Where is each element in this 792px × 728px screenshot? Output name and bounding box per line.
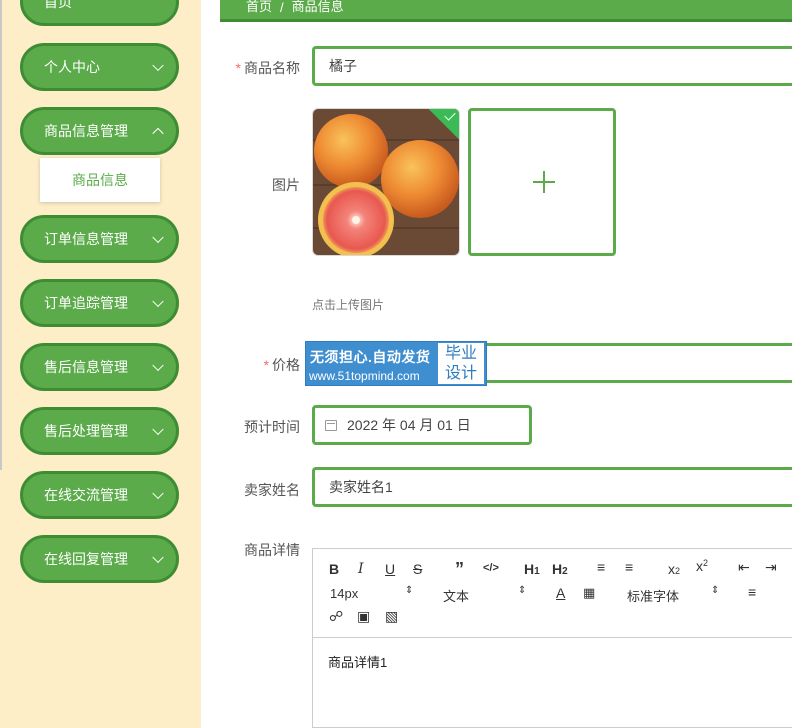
image-upload-button[interactable] <box>468 108 616 256</box>
date-value: 2022 年 04 月 01 日 <box>347 417 471 433</box>
heading2-icon[interactable]: H2 <box>552 561 568 577</box>
sidebar-item-label: 商品信息管理 <box>44 123 128 139</box>
product-name-label-text: 商品名称 <box>244 60 300 76</box>
font-color-icon[interactable]: A <box>556 585 565 601</box>
chevron-down-icon <box>152 487 164 500</box>
chevron-down-icon <box>152 295 164 308</box>
breadcrumb-separator: / <box>280 0 284 15</box>
editor-toolbar: B I U S ” </> H1 H2 ≡ ≡ x2 x2 ⇤ ⇥ 14px ⇕… <box>313 549 792 638</box>
sidebar-item-label: 订单信息管理 <box>44 231 128 247</box>
sidebar-item-product-management[interactable]: 商品信息管理 <box>20 107 179 155</box>
upload-tip: 点击上传图片 <box>312 298 385 312</box>
editor-content[interactable]: 商品详情1 <box>328 652 387 671</box>
breadcrumb: 首页 / 商品信息 <box>220 0 792 22</box>
italic-icon[interactable]: I <box>358 561 364 577</box>
outdent-icon[interactable]: ⇤ <box>738 559 750 576</box>
sidebar-item-label: 首页 <box>44 0 72 10</box>
sidebar-item-label: 在线回复管理 <box>44 551 128 567</box>
chevron-down-icon <box>152 231 164 244</box>
sidebar-item-personal-center[interactable]: 个人中心 <box>20 43 179 91</box>
chevron-down-icon <box>152 59 164 72</box>
watermark-banner: 无须担心.自动发货 www.51topmind.com 毕业 设计 <box>305 341 487 386</box>
product-name-value: 橘子 <box>329 58 357 74</box>
blockquote-icon[interactable]: ” <box>455 559 464 580</box>
code-block-icon[interactable]: </> <box>483 562 499 574</box>
rich-text-editor[interactable]: B I U S ” </> H1 H2 ≡ ≡ x2 x2 ⇤ ⇥ 14px ⇕… <box>312 548 792 728</box>
ordered-list-icon[interactable]: ≡ <box>597 559 605 575</box>
image-label: 图片 <box>272 177 300 193</box>
link-icon[interactable]: ☍ <box>329 608 343 625</box>
required-mark: * <box>235 60 241 76</box>
price-label-text: 价格 <box>272 357 300 373</box>
watermark-badge: 毕业 设计 <box>438 343 484 384</box>
seller-name-input[interactable]: 卖家姓名1 <box>312 467 792 507</box>
align-icon[interactable]: ≡ <box>748 584 756 600</box>
font-family-arrows-icon: ⇕ <box>711 585 720 596</box>
sidebar-item-online-reply[interactable]: 在线回复管理 <box>20 535 179 583</box>
product-image-thumbnail[interactable] <box>312 108 460 256</box>
calendar-icon <box>325 419 337 431</box>
breadcrumb-current: 商品信息 <box>291 0 344 14</box>
heading1-icon[interactable]: H1 <box>524 561 540 577</box>
video-icon[interactable]: ▧ <box>385 608 398 625</box>
background-color-icon[interactable]: ▦ <box>583 585 595 601</box>
underline-icon[interactable]: U <box>385 561 395 577</box>
image-icon[interactable]: ▣ <box>357 608 370 625</box>
sidebar-item-label: 个人中心 <box>44 59 100 75</box>
chevron-down-icon <box>152 551 164 564</box>
sidebar: 首页 个人中心 商品信息管理 商品信息 订单信息管理 订单追踪管理 售后信息管理… <box>0 0 201 728</box>
sidebar-item-label: 在线交流管理 <box>44 487 128 503</box>
sidebar-item-label: 售后信息管理 <box>44 359 128 375</box>
indent-icon[interactable]: ⇥ <box>765 559 777 576</box>
sidebar-item-label: 订单追踪管理 <box>44 295 128 311</box>
bullet-list-icon[interactable]: ≡ <box>625 559 633 575</box>
sidebar-item-order-management[interactable]: 订单信息管理 <box>20 215 179 263</box>
superscript-icon[interactable]: x2 <box>696 558 708 574</box>
chevron-down-icon <box>152 359 164 372</box>
sidebar-edge <box>0 0 2 470</box>
sidebar-item-online-chat[interactable]: 在线交流管理 <box>20 471 179 519</box>
submenu-item-product-info[interactable]: 商品信息 <box>40 158 160 202</box>
product-name-label: * 商品名称 <box>220 58 300 78</box>
sidebar-item-order-tracking[interactable]: 订单追踪管理 <box>20 279 179 327</box>
chevron-down-icon <box>152 423 164 436</box>
watermark-line1: 无须担心.自动发货 <box>310 349 431 365</box>
plus-icon-vertical <box>543 171 545 193</box>
font-family-select[interactable]: 标准字体 <box>627 586 679 605</box>
watermark-line2: www.51topmind.com <box>309 369 420 383</box>
subscript-icon[interactable]: x2 <box>668 561 680 577</box>
product-name-input[interactable]: 橘子 <box>312 46 792 86</box>
grapefruit-image <box>313 109 459 255</box>
breadcrumb-home[interactable]: 首页 <box>246 0 272 15</box>
font-size-select[interactable]: 14px <box>330 586 358 601</box>
bold-icon[interactable]: B <box>329 561 339 577</box>
font-size-arrows-icon: ⇕ <box>405 585 414 596</box>
strikethrough-icon[interactable]: S <box>413 561 422 577</box>
sidebar-item-home[interactable]: 首页 <box>20 0 179 26</box>
sidebar-item-label: 售后处理管理 <box>44 423 128 439</box>
text-type-arrows-icon: ⇕ <box>518 585 527 596</box>
date-picker[interactable]: 2022 年 04 月 01 日 <box>312 405 532 445</box>
seller-label: 卖家姓名 <box>244 482 300 498</box>
sidebar-item-aftersale-info[interactable]: 售后信息管理 <box>20 343 179 391</box>
chevron-up-icon <box>152 127 164 140</box>
text-type-select[interactable]: 文本 <box>443 586 469 605</box>
seller-name-value: 卖家姓名1 <box>329 479 393 495</box>
time-label: 预计时间 <box>244 419 300 435</box>
detail-label: 商品详情 <box>244 542 300 558</box>
required-mark: * <box>263 357 269 373</box>
price-label: * 价格 <box>220 355 300 375</box>
sidebar-item-aftersale-handling[interactable]: 售后处理管理 <box>20 407 179 455</box>
